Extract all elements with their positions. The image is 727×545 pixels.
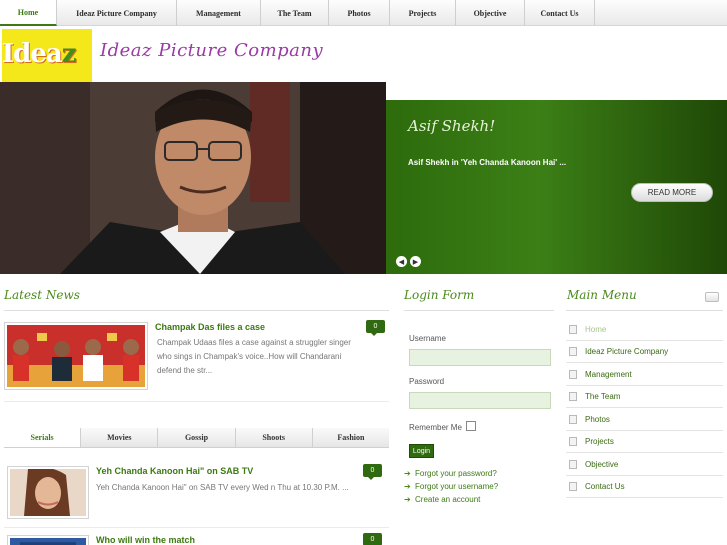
news-item-title[interactable]: Who will win the match	[96, 535, 195, 545]
menu-item-the-team[interactable]: The Team	[566, 386, 723, 408]
slide-prev-icon[interactable]: ◀	[396, 256, 407, 267]
featured-news-excerpt: Champak Udaas files a case against a str…	[157, 336, 389, 378]
document-icon	[569, 482, 577, 491]
tab-movies[interactable]: Movies	[81, 428, 159, 447]
menu-item-label: Home	[585, 325, 607, 334]
link-label: Create an account	[415, 495, 481, 504]
nav-contact-us[interactable]: Contact Us	[525, 0, 595, 26]
slide-image	[0, 82, 386, 274]
news-item-image	[10, 538, 86, 545]
menu-item-label: Ideaz Picture Company	[585, 347, 669, 356]
site-logo[interactable]: Ideaz	[2, 29, 92, 82]
slide-top-strip	[386, 82, 727, 100]
menu-item-projects[interactable]: Projects	[566, 431, 723, 453]
menu-item-label: Photos	[585, 415, 610, 424]
menu-item-label: Objective	[585, 460, 619, 469]
username-input[interactable]	[409, 349, 551, 366]
slide-photo-illustration	[0, 82, 386, 274]
nav-objective[interactable]: Objective	[456, 0, 525, 26]
document-icon	[569, 415, 577, 424]
nav-management[interactable]: Management	[177, 0, 261, 26]
slide-next-icon[interactable]: ▶	[410, 256, 421, 267]
menu-item-contact-us[interactable]: Contact Us	[566, 476, 723, 498]
document-icon	[569, 392, 577, 401]
news-item-excerpt: Yeh Chanda Kanoon Hai" on SAB TV every W…	[96, 483, 349, 492]
document-icon	[569, 347, 577, 356]
menu-item-home[interactable]: Home	[566, 319, 723, 341]
featured-news-thumbnail[interactable]	[4, 322, 148, 390]
featured-news-image	[7, 325, 145, 387]
nav-projects[interactable]: Projects	[390, 0, 456, 26]
news-category-tabs: Serials Movies Gossip Shoots Fashion	[4, 428, 389, 448]
tab-shoots[interactable]: Shoots	[236, 428, 313, 447]
excerpt-line: Champak Udaas files a case against a str…	[157, 338, 351, 347]
top-navigation: Home Ideaz Picture Company Management Th…	[0, 0, 727, 26]
featured-news-title[interactable]: Champak Das files a case	[155, 322, 265, 332]
document-icon	[569, 437, 577, 446]
menu-item-label: Management	[585, 370, 632, 379]
remember-me-checkbox[interactable]	[466, 421, 476, 431]
forgot-username-link[interactable]: ➔ Forgot your username?	[404, 482, 498, 491]
password-label: Password	[409, 377, 445, 386]
main-menu-heading: Main Menu	[567, 288, 637, 302]
link-label: Forgot your username?	[415, 482, 499, 491]
nav-photos[interactable]: Photos	[329, 0, 390, 26]
latest-news-rule	[4, 310, 389, 311]
excerpt-line: defend the str...	[157, 366, 213, 375]
news-divider	[4, 527, 389, 528]
login-form-rule	[404, 310, 554, 311]
menu-item-ideaz-picture-company[interactable]: Ideaz Picture Company	[566, 341, 723, 363]
logo-wordmark: Ideaz	[2, 39, 76, 69]
news-item-comment-count[interactable]: 0	[363, 464, 382, 480]
tab-fashion[interactable]: Fashion	[313, 428, 389, 447]
menu-item-label: Projects	[585, 437, 614, 446]
site-title: Ideaz Picture Company	[100, 40, 324, 61]
document-icon	[569, 370, 577, 379]
collapse-icon[interactable]	[705, 292, 719, 302]
arrow-icon: ➔	[404, 495, 411, 504]
password-input[interactable]	[409, 392, 551, 409]
remember-me-label: Remember Me	[409, 423, 462, 432]
nav-ideaz-picture-company[interactable]: Ideaz Picture Company	[57, 0, 177, 26]
login-form-heading: Login Form	[404, 288, 475, 302]
nav-home[interactable]: Home	[0, 0, 57, 26]
nav-the-team[interactable]: The Team	[261, 0, 329, 26]
forgot-password-link[interactable]: ➔ Forgot your password?	[404, 469, 497, 478]
read-more-button[interactable]: READ MORE	[631, 183, 713, 202]
news-item-thumbnail[interactable]	[7, 535, 89, 545]
main-menu-rule	[566, 310, 723, 311]
slide-title: Asif Shekh!	[408, 117, 496, 135]
login-button[interactable]: Login	[409, 444, 434, 458]
menu-item-photos[interactable]: Photos	[566, 409, 723, 431]
create-account-link[interactable]: ➔ Create an account	[404, 495, 480, 504]
menu-item-label: The Team	[585, 392, 621, 401]
menu-item-management[interactable]: Management	[566, 364, 723, 386]
menu-item-objective[interactable]: Objective	[566, 454, 723, 476]
menu-item-label: Contact Us	[585, 482, 625, 491]
news-item-comment-count[interactable]: 0	[363, 533, 382, 545]
arrow-icon: ➔	[404, 482, 411, 491]
document-icon	[569, 460, 577, 469]
tab-gossip[interactable]: Gossip	[158, 428, 236, 447]
featured-comment-count[interactable]: 0	[366, 320, 385, 336]
slide-caption-panel: Asif Shekh! Asif Shekh in 'Yeh Chanda Ka…	[386, 100, 727, 274]
news-item-title[interactable]: Yeh Chanda Kanoon Hai" on SAB TV	[96, 466, 253, 476]
slide-caption: Asif Shekh in 'Yeh Chanda Kanoon Hai' ..…	[408, 158, 567, 167]
news-item-thumbnail[interactable]	[7, 466, 89, 519]
link-label: Forgot your password?	[415, 469, 497, 478]
news-item-image	[10, 467, 86, 516]
news-divider	[4, 401, 389, 402]
tab-serials[interactable]: Serials	[4, 428, 82, 447]
latest-news-heading: Latest News	[4, 288, 80, 302]
arrow-icon: ➔	[404, 469, 411, 478]
excerpt-line: who sings in Champak's voice..How will C…	[157, 352, 342, 361]
username-label: Username	[409, 334, 446, 343]
document-icon	[569, 325, 577, 334]
